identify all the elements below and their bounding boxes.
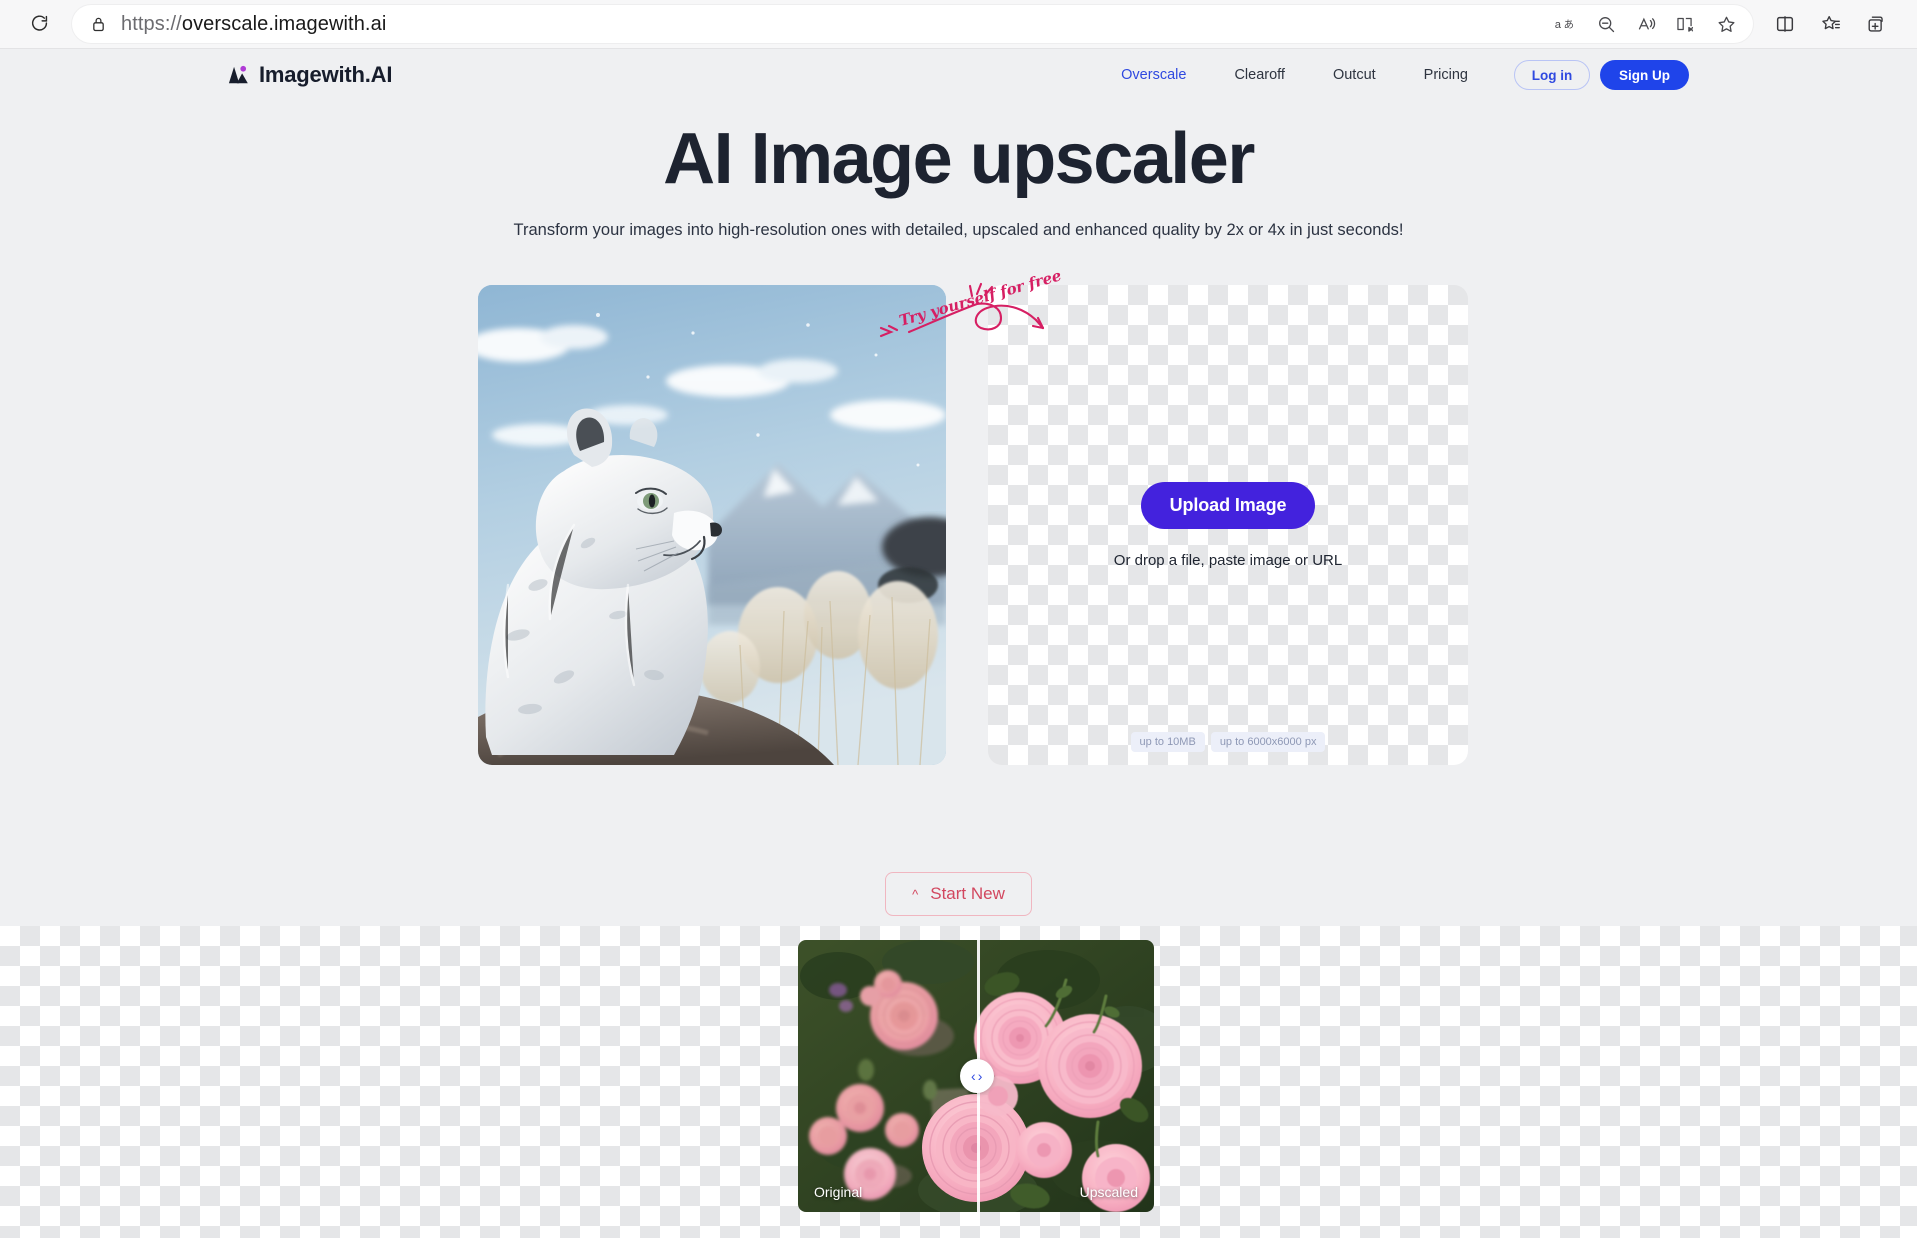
translate-icon: a あ [1555,19,1574,31]
read-aloud-icon [1638,17,1655,30]
page-subtitle: Transform your images into high-resoluti… [513,220,1404,239]
reload-button[interactable] [22,6,58,42]
signup-button[interactable]: Sign Up [1600,60,1689,90]
nav-item-overscale[interactable]: Overscale [1097,67,1210,83]
svg-text:あ: あ [1564,19,1574,31]
before-after-comparison[interactable]: ‹ › Original Upscaled [798,940,1154,1212]
sample-preview-image [478,285,946,765]
limit-filesize-badge: up to 10MB [1130,732,1205,752]
start-new-label: Start New [930,884,1005,903]
zoom-out-icon [1598,16,1614,32]
url-host: overscale.imagewith.ai [181,12,387,35]
upload-limits: up to 10MB up to 6000x6000 px [988,732,1468,752]
page-title: AI Image upscaler [663,119,1255,199]
comparison-band: ‹ › Original Upscaled [0,926,1917,1238]
url-text: https://overscale.imagewith.ai [121,13,1549,36]
drop-hint-text: Or drop a file, paste image or URL [1113,551,1343,569]
favorites-button[interactable] [1813,6,1849,42]
nav-item-clearoff[interactable]: Clearoff [1210,67,1309,83]
lock-icon [90,15,107,34]
nav-item-pricing[interactable]: Pricing [1400,67,1492,83]
site-header: Imagewith.AI Overscale Clearoff Outcut P… [0,49,1917,101]
refresh-icon [31,15,48,31]
favorite-star-icon [1717,16,1735,32]
url-scheme: https:// [121,12,182,35]
limit-dimensions-badge: up to 6000x6000 px [1210,732,1326,752]
login-button[interactable]: Log in [1514,60,1590,90]
hero-section: AI Image upscaler Transform your images … [0,118,1917,240]
address-bar[interactable]: https://overscale.imagewith.ai a あ [72,5,1753,43]
snow-leopard-illustration [478,285,946,765]
logo-mountain-icon [228,65,248,84]
comparison-slider-handle[interactable]: ‹ › [959,1059,994,1093]
add-favorite-button[interactable] [1709,7,1743,41]
browser-toolbar-right [1767,6,1895,42]
translate-button[interactable]: a あ [1549,7,1583,41]
nav-item-outcut[interactable]: Outcut [1309,67,1400,83]
split-screen-button[interactable] [1767,6,1803,42]
comparison-label-original: Original [814,1184,863,1200]
chevron-up-icon: ^ [912,886,919,902]
address-bar-actions: a あ [1549,7,1743,41]
upload-dropzone[interactable]: Upload Image Or drop a file, paste image… [988,285,1468,765]
immersive-reader-button[interactable] [1669,7,1703,41]
read-aloud-button[interactable] [1629,7,1663,41]
logo-text: Imagewith.AI [259,62,393,87]
comparison-label-upscaled: Upscaled [1079,1184,1138,1200]
workspace: Upload Image Or drop a file, paste image… [478,266,1468,765]
immersive-reader-icon [1677,17,1694,32]
browser-essentials-icon [1868,16,1883,32]
main-nav: Overscale Clearoff Outcut Pricing Log in… [1097,60,1689,90]
split-screen-icon [1776,16,1794,32]
start-new-section: ^ Start New [0,872,1917,916]
chevron-right-icon: › [977,1068,983,1084]
zoom-out-button[interactable] [1589,7,1623,41]
chevron-left-icon: ‹ [971,1068,976,1084]
svg-text:a: a [1555,19,1562,31]
brand-logo[interactable]: Imagewith.AI [228,62,392,88]
browser-essentials-button[interactable] [1859,6,1895,42]
browser-toolbar: https://overscale.imagewith.ai a あ [0,0,1917,49]
collections-icon [1822,15,1840,30]
start-new-button[interactable]: ^ Start New [885,872,1032,916]
upload-image-button[interactable]: Upload Image [1140,481,1316,529]
